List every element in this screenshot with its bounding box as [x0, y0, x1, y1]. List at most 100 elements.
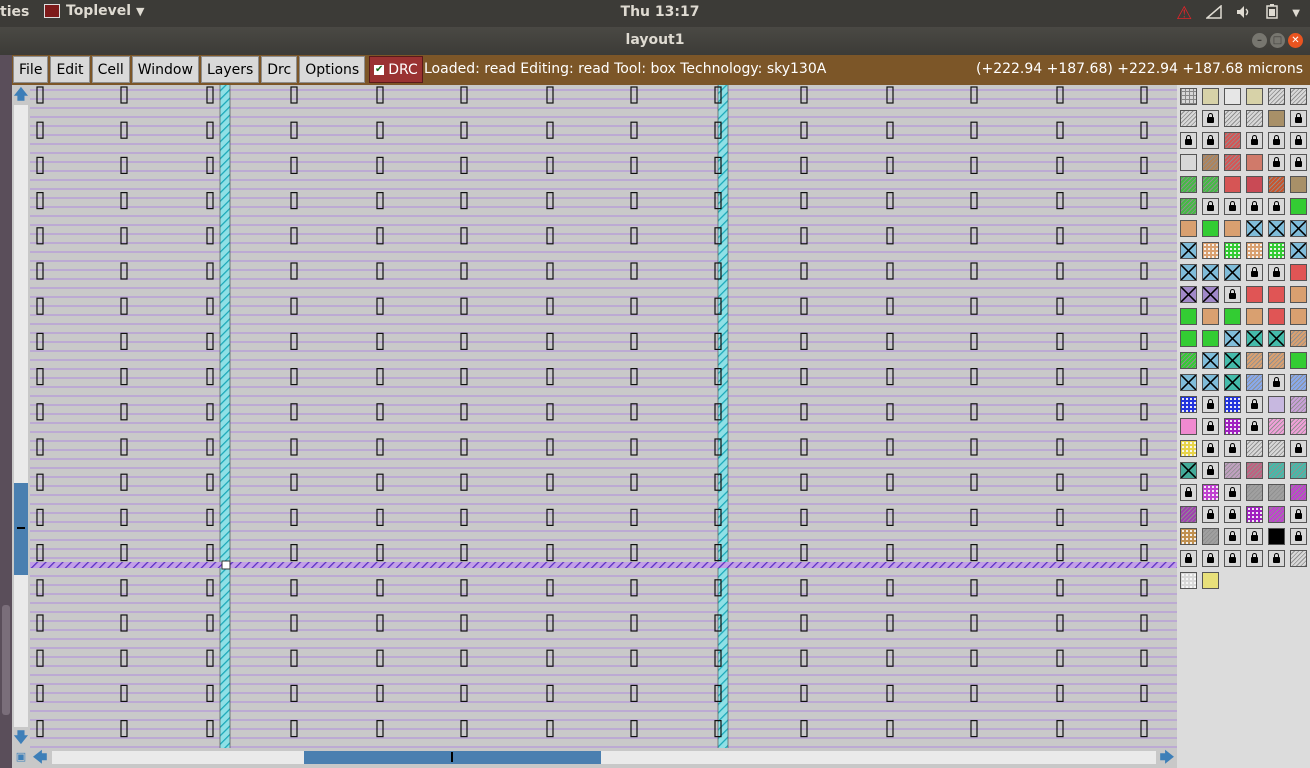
layer-swatch[interactable] [1202, 506, 1219, 523]
battery-icon[interactable] [1266, 4, 1279, 23]
layer-swatch[interactable] [1202, 440, 1219, 457]
layer-swatch[interactable] [1290, 154, 1307, 171]
layer-swatch[interactable] [1202, 374, 1219, 391]
layer-swatch[interactable] [1202, 418, 1219, 435]
layer-swatch[interactable] [1246, 308, 1263, 325]
layer-swatch[interactable] [1290, 264, 1307, 281]
layer-swatch[interactable] [1224, 484, 1241, 501]
layer-swatch[interactable] [1290, 418, 1307, 435]
layer-swatch[interactable] [1268, 88, 1285, 105]
layer-swatch[interactable] [1180, 396, 1197, 413]
layer-swatch[interactable] [1180, 572, 1197, 589]
layer-swatch[interactable] [1290, 242, 1307, 259]
layer-swatch[interactable] [1202, 176, 1219, 193]
maximize-button[interactable]: □ [1270, 33, 1285, 48]
layer-swatch[interactable] [1180, 352, 1197, 369]
layer-swatch[interactable] [1290, 198, 1307, 215]
scroll-left-arrow-icon[interactable]: 🡄 [32, 750, 48, 766]
layer-swatch[interactable] [1268, 132, 1285, 149]
layer-swatch[interactable] [1224, 154, 1241, 171]
layer-swatch[interactable] [1202, 572, 1219, 589]
layer-swatch[interactable] [1180, 330, 1197, 347]
layer-swatch[interactable] [1268, 484, 1285, 501]
layer-swatch[interactable] [1268, 550, 1285, 567]
layer-swatch[interactable] [1224, 286, 1241, 303]
vertical-scroll-track[interactable] [14, 105, 28, 727]
layer-swatch[interactable] [1268, 528, 1285, 545]
chevron-down-icon[interactable]: ▼ [1292, 8, 1300, 19]
layer-swatch[interactable] [1268, 264, 1285, 281]
layer-swatch[interactable] [1202, 286, 1219, 303]
layer-swatch[interactable] [1202, 484, 1219, 501]
layer-swatch[interactable] [1268, 396, 1285, 413]
layer-swatch[interactable] [1246, 198, 1263, 215]
layer-swatch[interactable] [1246, 264, 1263, 281]
layer-swatch[interactable] [1246, 440, 1263, 457]
layer-swatch[interactable] [1202, 462, 1219, 479]
layer-swatch[interactable] [1202, 396, 1219, 413]
zoom-box-icon[interactable]: ▣ [14, 750, 28, 764]
layer-swatch[interactable] [1180, 440, 1197, 457]
clock[interactable]: Thu 13:17 [0, 4, 1310, 20]
layer-swatch[interactable] [1202, 154, 1219, 171]
layer-swatch[interactable] [1224, 132, 1241, 149]
menu-window[interactable]: Window [131, 56, 199, 83]
network-icon[interactable] [1205, 3, 1223, 23]
layer-swatch[interactable] [1246, 484, 1263, 501]
layer-swatch[interactable] [1202, 198, 1219, 215]
layer-swatch[interactable] [1224, 506, 1241, 523]
layer-swatch[interactable] [1180, 154, 1197, 171]
dock-handle[interactable] [2, 605, 10, 715]
layer-swatch[interactable] [1202, 88, 1219, 105]
menu-drc[interactable]: Drc [261, 56, 298, 83]
layer-swatch[interactable] [1246, 88, 1263, 105]
layer-swatch[interactable] [1224, 110, 1241, 127]
layer-swatch[interactable] [1290, 528, 1307, 545]
layer-swatch[interactable] [1290, 396, 1307, 413]
layer-swatch[interactable] [1180, 88, 1197, 105]
layer-swatch[interactable] [1268, 286, 1285, 303]
layer-swatch[interactable] [1268, 242, 1285, 259]
layer-swatch[interactable] [1180, 220, 1197, 237]
layer-swatch[interactable] [1290, 132, 1307, 149]
layer-swatch[interactable] [1246, 374, 1263, 391]
layer-swatch[interactable] [1180, 550, 1197, 567]
layer-swatch[interactable] [1246, 352, 1263, 369]
layer-swatch[interactable] [1290, 110, 1307, 127]
menu-layers[interactable]: Layers [200, 56, 260, 83]
menu-cell[interactable]: Cell [91, 56, 130, 83]
layer-swatch[interactable] [1180, 528, 1197, 545]
layer-swatch[interactable] [1268, 220, 1285, 237]
layer-swatch[interactable] [1246, 110, 1263, 127]
layer-swatch[interactable] [1202, 264, 1219, 281]
layer-swatch[interactable] [1268, 462, 1285, 479]
layer-swatch[interactable] [1224, 242, 1241, 259]
layer-swatch[interactable] [1202, 528, 1219, 545]
layer-swatch[interactable] [1246, 418, 1263, 435]
layer-swatch[interactable] [1202, 352, 1219, 369]
layer-swatch[interactable] [1246, 528, 1263, 545]
layer-swatch[interactable] [1224, 550, 1241, 567]
layer-swatch[interactable] [1268, 330, 1285, 347]
layer-swatch[interactable] [1224, 308, 1241, 325]
layer-swatch[interactable] [1246, 550, 1263, 567]
layout-canvas[interactable] [30, 85, 1177, 748]
layer-swatch[interactable] [1246, 242, 1263, 259]
layer-swatch[interactable] [1268, 176, 1285, 193]
layer-swatch[interactable] [1246, 462, 1263, 479]
layer-swatch[interactable] [1180, 374, 1197, 391]
volume-icon[interactable] [1236, 5, 1252, 23]
close-button[interactable]: ✕ [1288, 33, 1303, 48]
layer-swatch[interactable] [1246, 132, 1263, 149]
layer-swatch[interactable] [1180, 198, 1197, 215]
layer-swatch[interactable] [1224, 352, 1241, 369]
layer-swatch[interactable] [1268, 440, 1285, 457]
layer-swatch[interactable] [1246, 330, 1263, 347]
layer-swatch[interactable] [1202, 330, 1219, 347]
layer-swatch[interactable] [1180, 286, 1197, 303]
minimize-button[interactable]: – [1252, 33, 1267, 48]
layer-swatch[interactable] [1202, 308, 1219, 325]
layer-swatch[interactable] [1246, 506, 1263, 523]
layer-swatch[interactable] [1180, 176, 1197, 193]
layer-swatch[interactable] [1290, 484, 1307, 501]
